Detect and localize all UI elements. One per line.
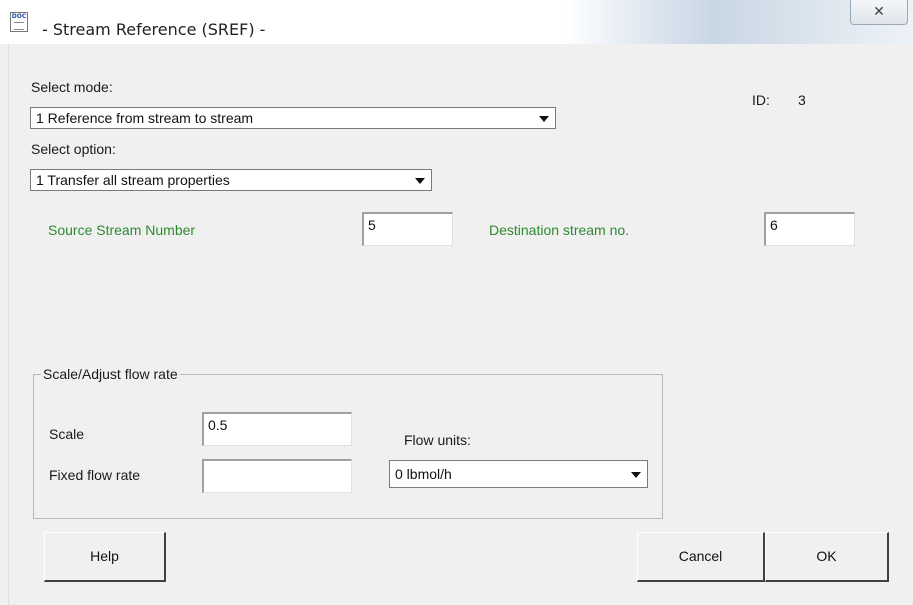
scale-input[interactable]: 0.5 (202, 412, 352, 446)
source-stream-input[interactable]: 5 (362, 212, 453, 246)
select-mode-label: Select mode: (31, 79, 113, 95)
flow-units-value: 0 lbmol/h (395, 466, 452, 482)
flow-units-label: Flow units: (404, 432, 471, 448)
title-bar: DOC - Stream Reference (SREF) - ✕ (0, 0, 913, 44)
chevron-down-icon (539, 116, 549, 122)
select-option-dropdown[interactable]: 1 Transfer all stream properties (30, 169, 432, 191)
chevron-down-icon (415, 178, 425, 184)
select-mode-dropdown[interactable]: 1 Reference from stream to stream (30, 107, 556, 129)
destination-stream-input[interactable]: 6 (764, 212, 855, 246)
destination-stream-label: Destination stream no. (489, 222, 630, 238)
close-button[interactable]: ✕ (850, 0, 908, 25)
fixed-flow-rate-label: Fixed flow rate (49, 467, 141, 483)
select-option-value: 1 Transfer all stream properties (36, 172, 230, 188)
source-stream-label: Source Stream Number (48, 222, 196, 238)
select-option-label: Select option: (31, 141, 116, 157)
scale-label: Scale (49, 426, 85, 442)
window-title: - Stream Reference (SREF) - (42, 20, 266, 39)
document-icon: DOC (10, 12, 28, 32)
ok-button[interactable]: OK (765, 532, 889, 582)
select-mode-value: 1 Reference from stream to stream (36, 110, 254, 126)
help-button[interactable]: Help (44, 532, 166, 582)
flow-units-dropdown[interactable]: 0 lbmol/h (389, 460, 648, 488)
groupbox-title: Scale/Adjust flow rate (41, 366, 180, 382)
id-label: ID: (752, 92, 770, 108)
scale-adjust-groupbox (33, 374, 663, 519)
dialog-body (8, 45, 906, 605)
id-value: 3 (798, 92, 806, 108)
chevron-down-icon (631, 472, 641, 478)
cancel-button[interactable]: Cancel (637, 532, 765, 582)
close-icon: ✕ (873, 3, 885, 19)
fixed-flow-rate-input[interactable] (202, 459, 352, 493)
